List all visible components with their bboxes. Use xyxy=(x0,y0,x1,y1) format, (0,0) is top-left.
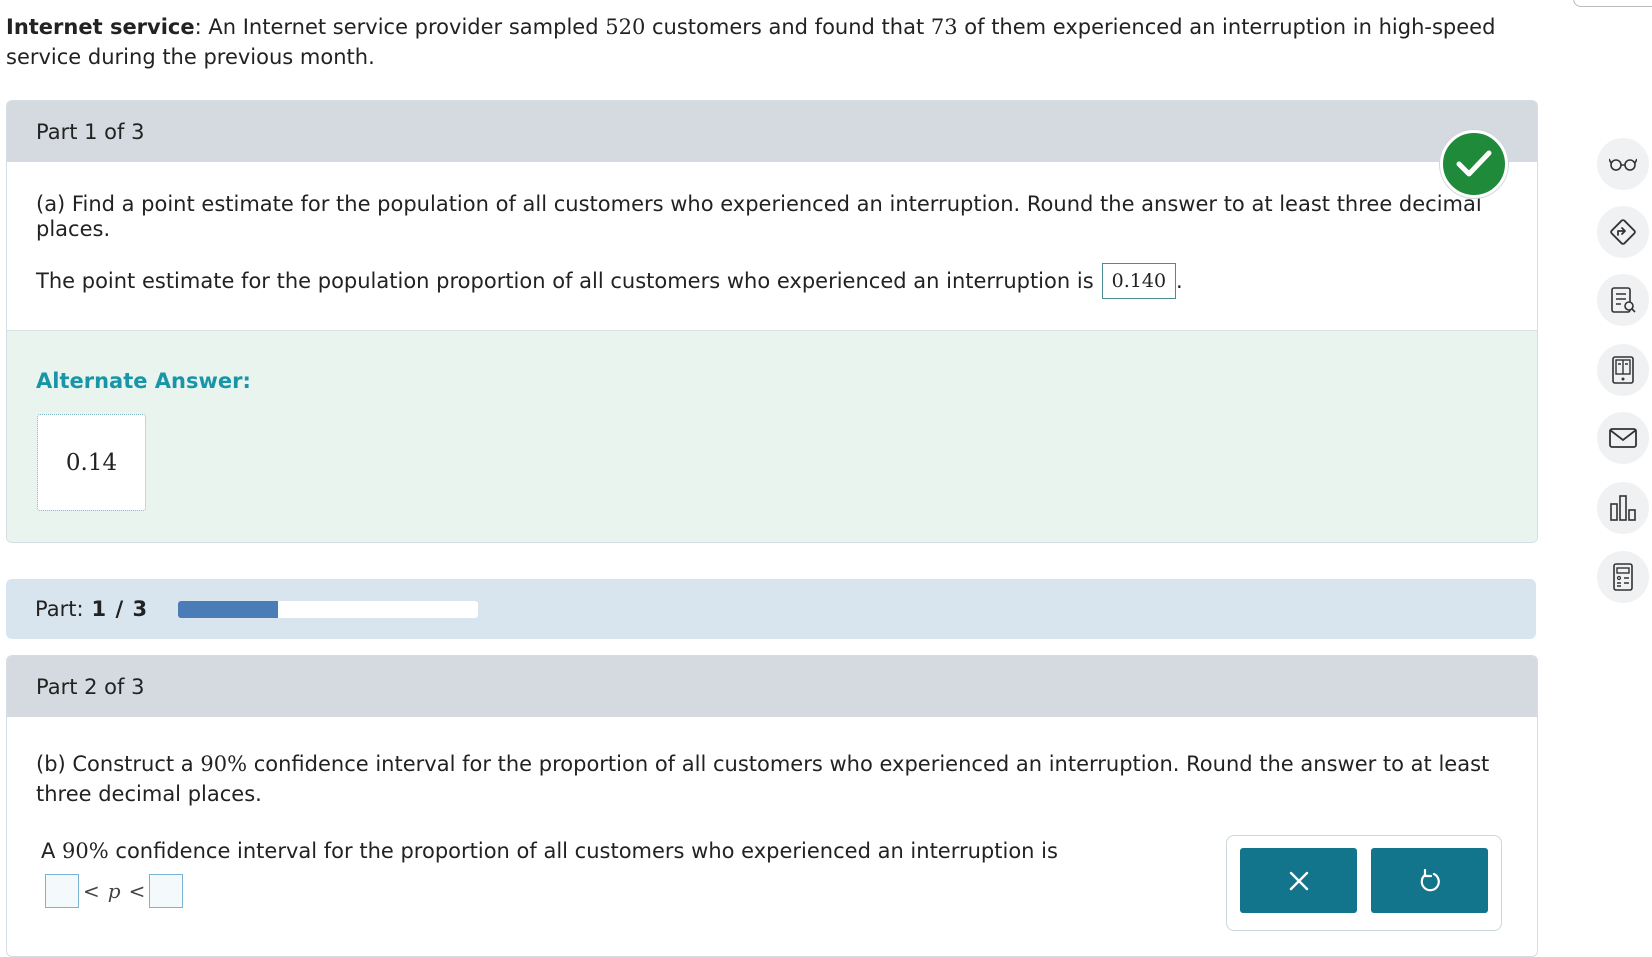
glasses-button[interactable] xyxy=(1597,138,1649,190)
undo-button[interactable] xyxy=(1371,848,1488,913)
upper-bound-input[interactable] xyxy=(149,874,184,908)
progress-fill xyxy=(178,600,278,618)
part2-question: (b) Construct a 90% confidence interval … xyxy=(36,752,1490,806)
alternate-answer-label: Alternate Answer: xyxy=(36,369,251,393)
interruption-count: 73 xyxy=(930,15,958,39)
mail-button[interactable] xyxy=(1597,412,1649,464)
check-icon xyxy=(1440,130,1508,198)
part1-statement: The point estimate for the population pr… xyxy=(36,263,1183,299)
x-icon xyxy=(1289,871,1308,890)
problem-title: Internet service xyxy=(6,15,195,39)
confidence-level: 90% xyxy=(200,752,248,776)
sample-size: 520 xyxy=(605,15,646,39)
progress-value: 1 / 3 xyxy=(91,597,149,621)
part1-body: (a) Find a point estimate for the popula… xyxy=(7,162,1537,330)
less-than-sign: < xyxy=(83,879,100,903)
notes-icon xyxy=(1611,287,1636,313)
ebook-button[interactable] xyxy=(1597,344,1649,396)
proportion-variable: p xyxy=(107,879,121,903)
undo-icon xyxy=(1420,868,1440,891)
calculator-button[interactable] xyxy=(1597,551,1649,603)
alternate-answer-area: Alternate Answer: 0.14 xyxy=(7,330,1537,542)
lower-bound-input[interactable] xyxy=(45,874,79,908)
part2-statement: A 90% confidence interval for the propor… xyxy=(41,839,1058,863)
answer-tools xyxy=(1226,835,1502,931)
part1-panel: Part 1 of 3 (a) Find a point estimate fo… xyxy=(6,100,1538,543)
less-than-sign: < xyxy=(128,879,146,903)
progress-label: Part: xyxy=(35,597,84,621)
stats-button[interactable] xyxy=(1597,482,1649,534)
stats-icon xyxy=(1610,495,1636,521)
calculator-icon xyxy=(1613,563,1633,591)
notes-button[interactable] xyxy=(1597,274,1649,326)
part1-answer: 0.140 xyxy=(1101,263,1177,299)
part2-header: Part 2 of 3 xyxy=(7,656,1537,717)
interval-inputs: < p < xyxy=(45,874,184,908)
clear-button[interactable] xyxy=(1240,848,1357,913)
glasses-icon xyxy=(1609,158,1637,171)
problem-intro: Internet service: An Internet service pr… xyxy=(6,15,1496,69)
part1-header: Part 1 of 3 xyxy=(7,101,1537,162)
part-progress: Part: 1 / 3 xyxy=(6,579,1536,639)
ebook-icon xyxy=(1612,356,1634,384)
part1-question: (a) Find a point estimate for the popula… xyxy=(36,192,1482,241)
progress-bar xyxy=(178,600,479,618)
directions-icon xyxy=(1610,219,1636,245)
directions-button[interactable] xyxy=(1597,206,1649,258)
tools-sidebar xyxy=(1595,0,1652,932)
mail-icon xyxy=(1609,428,1637,448)
alternate-answer-value: 0.14 xyxy=(37,414,146,511)
